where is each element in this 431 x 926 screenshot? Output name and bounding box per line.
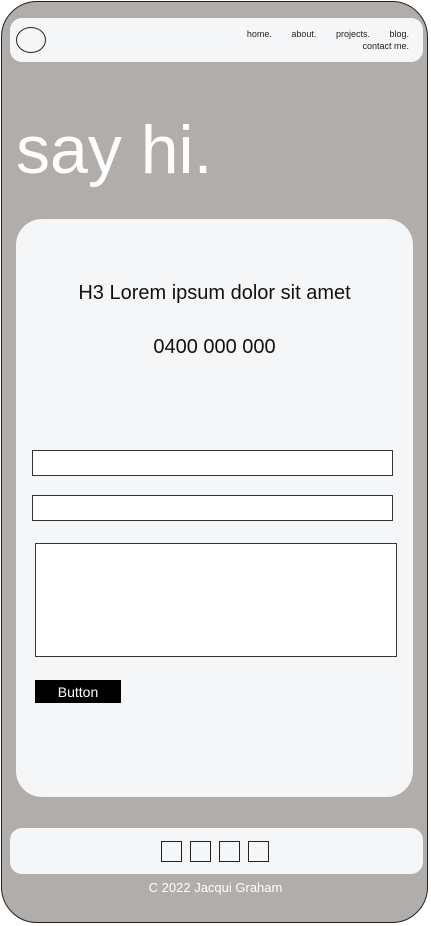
social-icon-1[interactable] xyxy=(161,841,182,862)
nav-link-blog[interactable]: blog. xyxy=(389,29,409,39)
social-icon-2[interactable] xyxy=(190,841,211,862)
social-icon-3[interactable] xyxy=(219,841,240,862)
social-icon-4[interactable] xyxy=(248,841,269,862)
logo-circle-icon[interactable] xyxy=(16,27,46,53)
footer-bar xyxy=(10,828,423,874)
nav-link-projects[interactable]: projects. xyxy=(336,29,370,39)
page-title: say hi. xyxy=(16,112,213,188)
message-textarea[interactable] xyxy=(35,543,397,657)
nav-link-about[interactable]: about. xyxy=(291,29,316,39)
nav-link-contact[interactable]: contact me. xyxy=(362,41,409,51)
card-heading: H3 Lorem ipsum dolor sit amet xyxy=(78,282,351,304)
email-input[interactable] xyxy=(32,495,393,521)
name-input[interactable] xyxy=(32,450,393,476)
submit-button[interactable]: Button xyxy=(35,680,121,703)
nav-link-home[interactable]: home. xyxy=(247,29,272,39)
phone-number: 0400 000 000 xyxy=(153,336,276,358)
nav-links: home. about. projects. blog. contact me. xyxy=(230,28,409,52)
phone-frame: home. about. projects. blog. contact me.… xyxy=(1,1,428,923)
navbar: home. about. projects. blog. contact me. xyxy=(10,18,423,62)
copyright: C 2022 Jacqui Graham xyxy=(148,880,283,895)
social-icons xyxy=(161,841,269,863)
contact-card: H3 Lorem ipsum dolor sit amet 0400 000 0… xyxy=(16,219,413,797)
